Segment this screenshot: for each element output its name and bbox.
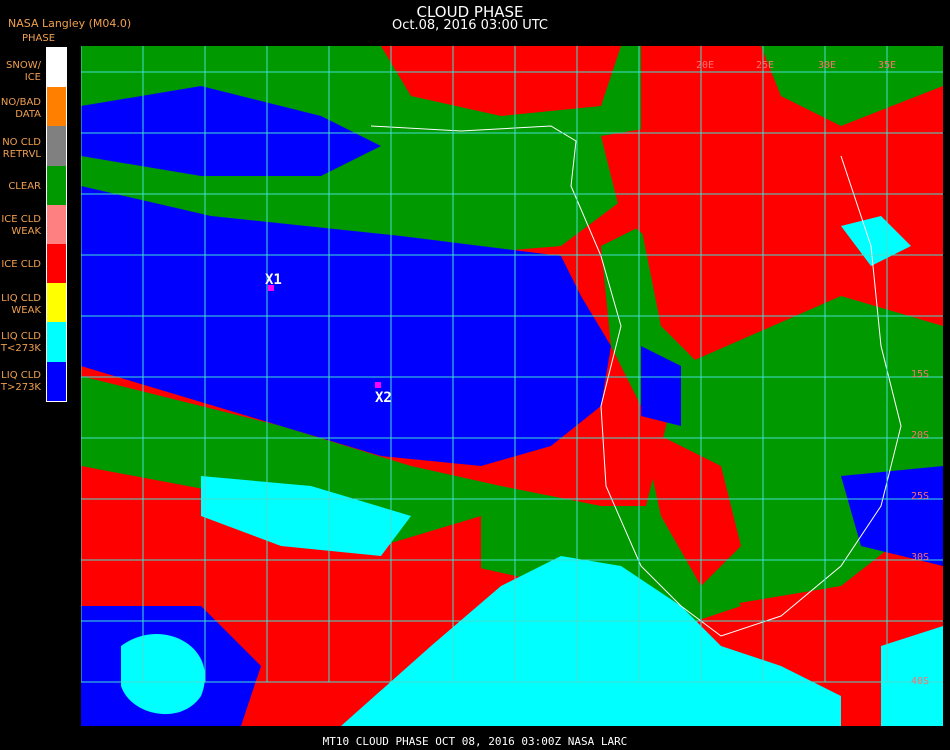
legend-swatch — [47, 243, 66, 284]
legend-label: ICE CLD WEAK — [1, 214, 41, 237]
longitude-label: 35E — [878, 60, 896, 71]
legend-label: NO/BAD DATA — [0, 97, 41, 120]
longitude-label: 25E — [756, 60, 774, 71]
source-label: NASA Langley (M04.0) — [8, 17, 132, 30]
marker-label: X2 — [375, 390, 392, 406]
legend-color-bar — [46, 47, 67, 402]
map-datetime: Oct.08, 2016 03:00 UTC — [392, 18, 548, 33]
legend-label: ICE CLD — [1, 259, 41, 270]
legend-label: LIQ CLD WEAK — [1, 293, 41, 316]
legend-swatch — [47, 126, 66, 166]
legend-label: LIQ CLD T>273K — [0, 370, 41, 393]
legend-swatch — [47, 283, 66, 323]
footer-caption: MT10 CLOUD PHASE OCT 08, 2016 03:00Z NAS… — [322, 735, 628, 748]
legend-swatch — [47, 48, 66, 88]
longitude-label: 20E — [696, 60, 714, 71]
latitude-label: 30S — [911, 552, 929, 563]
latitude-label: 15S — [911, 369, 929, 380]
marker-label: X1 — [265, 272, 282, 288]
legend-swatch — [47, 165, 66, 205]
longitude-label: 30E — [818, 60, 836, 71]
legend-swatch — [47, 322, 66, 362]
satellite-map[interactable]: 20E 25E 30E 35E 15S 20S 25S 30S 40S X1 X2 — [80, 46, 943, 726]
legend-label: CLEAR — [8, 181, 41, 192]
legend-swatch — [47, 361, 66, 401]
legend-label: NO CLD RETRVL — [2, 137, 41, 160]
legend-title: PHASE — [22, 33, 56, 44]
legend-label: SNOW/ ICE — [6, 60, 41, 83]
legend-label: LIQ CLD T<273K — [0, 331, 41, 354]
legend-swatch — [47, 204, 66, 244]
latitude-label: 40S — [911, 676, 929, 687]
legend-swatch — [47, 87, 66, 127]
latitude-label: 20S — [911, 430, 929, 441]
cloud-phase-map: 20E 25E 30E 35E 15S 20S 25S 30S 40S X1 X2 — [80, 46, 943, 726]
marker-point — [375, 382, 381, 388]
latitude-label: 25S — [911, 491, 929, 502]
